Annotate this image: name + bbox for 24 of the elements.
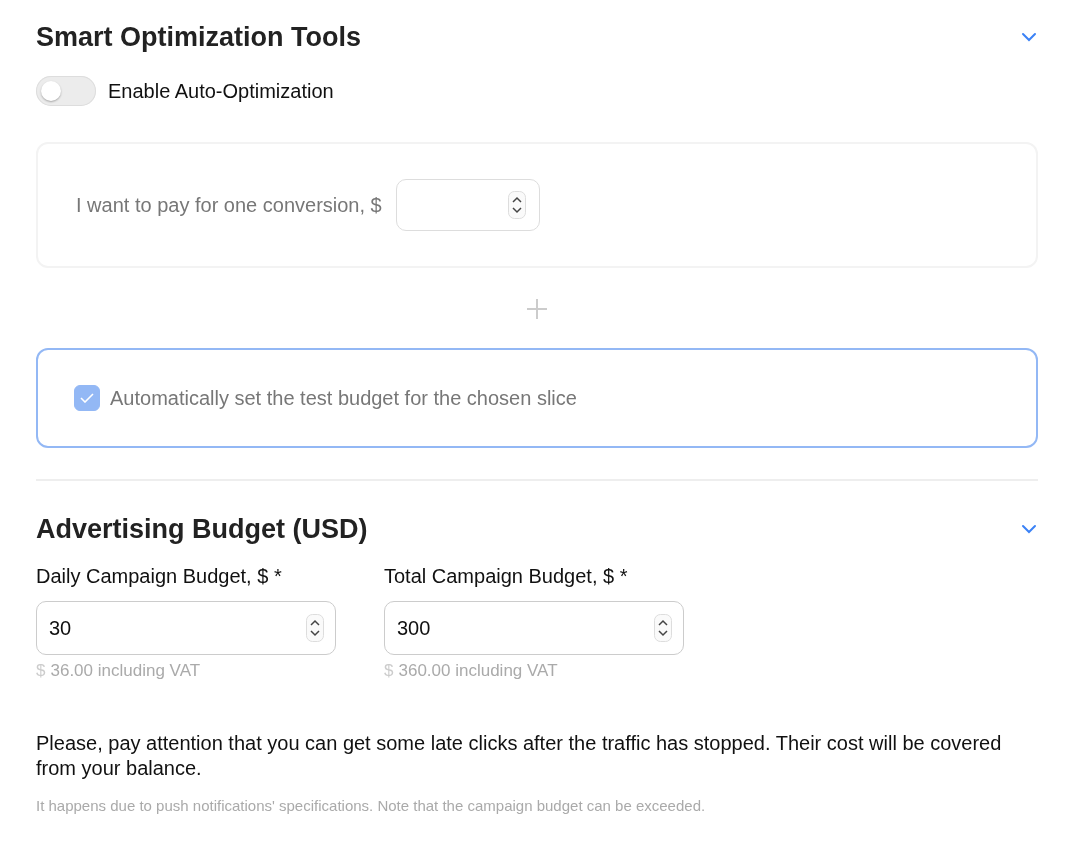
check-icon: [80, 393, 94, 403]
checkbox-label: Automatically set the test budget for the chosen slice: [110, 386, 577, 410]
field-label: Daily Campaign Budget, $ *: [36, 565, 283, 589]
chevron-down-icon[interactable]: [1020, 31, 1038, 43]
section-title: Smart Optimization Tools: [36, 21, 361, 53]
note-text: It happens due to push notifications' specifications. Note that the campaign budget can be exceeded.: [36, 797, 707, 814]
hint-text: 36.00 including VAT: [50, 661, 201, 681]
number-input[interactable]: 300: [384, 601, 684, 655]
field-label: Total Campaign Budget, $ *: [384, 565, 629, 589]
section-title: Advertising Budget (USD): [36, 513, 368, 545]
number-input[interactable]: [395, 179, 540, 231]
spinner-icon[interactable]: [654, 614, 672, 642]
spinner-icon[interactable]: [306, 614, 324, 642]
currency-symbol: $: [36, 661, 46, 681]
number-input[interactable]: 30: [36, 601, 336, 655]
spinner-icon[interactable]: [507, 191, 526, 219]
checkbox[interactable]: [74, 385, 100, 411]
toggle-switch[interactable]: [36, 76, 96, 106]
field-label: I want to pay for one conversion, $: [76, 193, 382, 217]
toggle-label: Enable Auto-Optimization: [108, 79, 334, 103]
notice-text: Please, pay attention that you can get some late clicks after the traffic has stopped. Their cost will be covered from your balance.: [36, 731, 1003, 781]
chevron-down-icon[interactable]: [1020, 523, 1038, 535]
hint-text: 360.00 including VAT: [398, 661, 558, 681]
currency-symbol: $: [384, 661, 394, 681]
